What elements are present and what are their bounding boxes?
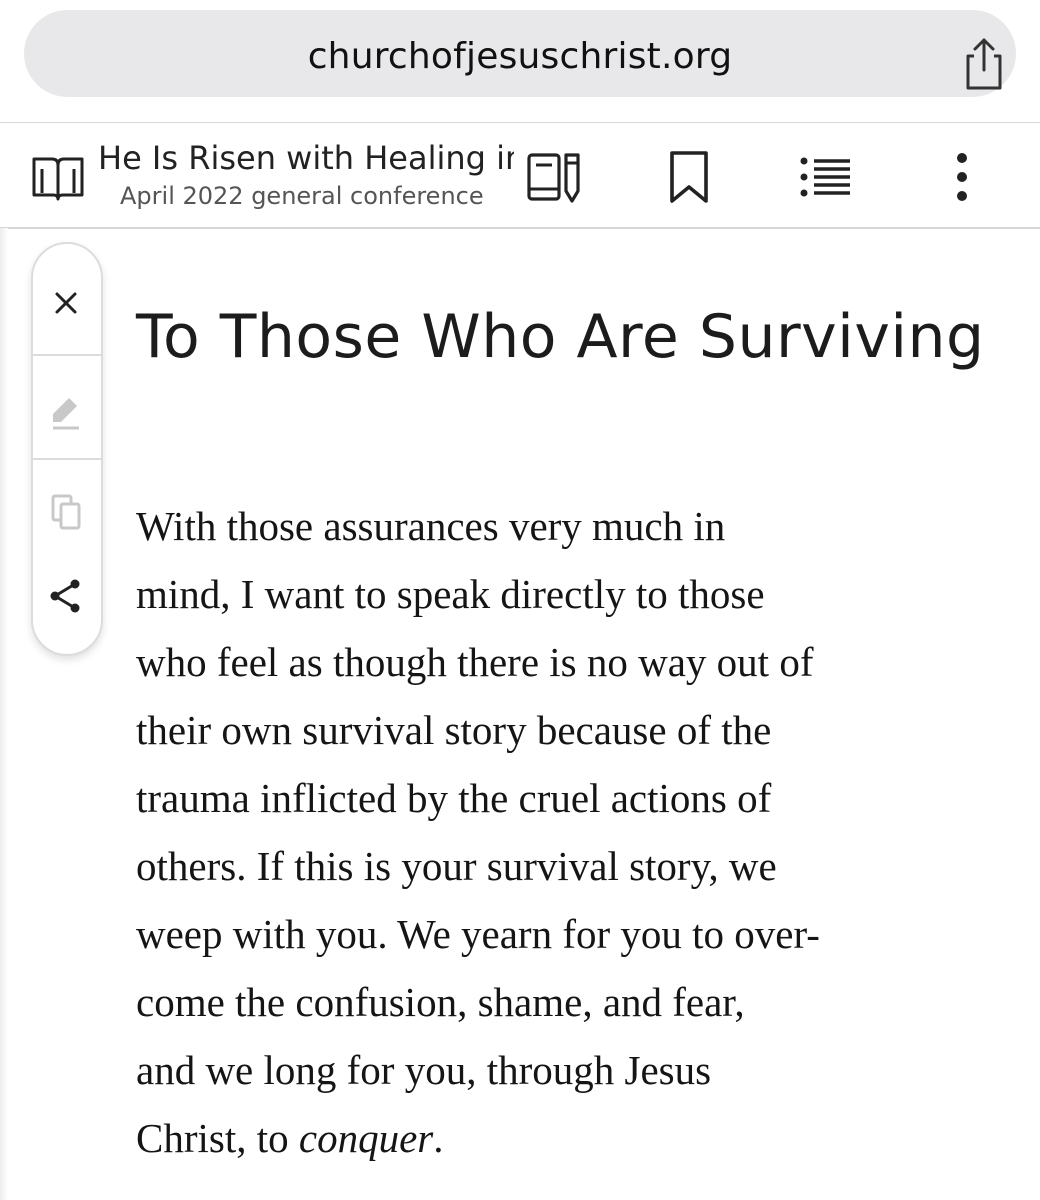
browser-address-area: churchofjesuschrist.org <box>0 0 1040 123</box>
paragraph-line: weep with you. We yearn for you to over- <box>136 911 820 957</box>
talk-title-block[interactable]: He Is Risen with Healing in April 2022 g… <box>98 137 514 213</box>
page-edge-shadow <box>0 228 8 1200</box>
talk-subtitle: April 2022 general conference <box>120 182 484 210</box>
paragraph-line: mind, I want to speak directly to those <box>136 571 765 617</box>
paragraph-line: who feel as though there is no way out o… <box>136 639 814 685</box>
close-icon[interactable] <box>33 274 101 334</box>
url-bar[interactable]: churchofjesuschrist.org <box>24 10 1016 97</box>
highlighter-icon[interactable] <box>33 378 101 438</box>
open-book-icon[interactable] <box>30 153 86 201</box>
paragraph-line: trauma inflicted by the cruel actions of <box>136 775 772 821</box>
more-vertical-icon[interactable] <box>932 149 992 205</box>
rail-divider <box>33 354 101 356</box>
section-heading: To Those Who Are Surviving <box>136 302 985 372</box>
paragraph-line: come the confusion, shame, and fear, <box>136 979 745 1025</box>
paragraph-line: their own survival story because of the <box>136 707 772 753</box>
bookmark-icon[interactable] <box>660 149 720 205</box>
rail-divider <box>33 458 101 460</box>
paragraph-line: and we long for you, through Jesus <box>136 1047 712 1093</box>
emphasized-word: conquer <box>298 1115 434 1161</box>
notebook-pencil-icon[interactable] <box>524 149 584 205</box>
url-text: churchofjesuschrist.org <box>307 36 733 77</box>
talk-title: He Is Risen with Healing in <box>98 139 514 177</box>
selection-tool-rail <box>31 242 103 656</box>
paragraph-line-end: . <box>433 1115 444 1161</box>
copy-icon[interactable] <box>33 482 101 542</box>
article-paragraph: With those assurances very much in mind,… <box>136 492 1016 1172</box>
paragraph-line-start: Christ, to <box>136 1115 299 1161</box>
share-icon[interactable] <box>33 566 101 626</box>
list-icon[interactable] <box>796 149 856 205</box>
paragraph-line: others. If this is your survival story, … <box>136 843 777 889</box>
app-header: He Is Risen with Healing in April 2022 g… <box>0 123 1040 229</box>
share-icon[interactable] <box>956 34 1012 94</box>
paragraph-line: With those assurances very much in <box>136 503 726 549</box>
